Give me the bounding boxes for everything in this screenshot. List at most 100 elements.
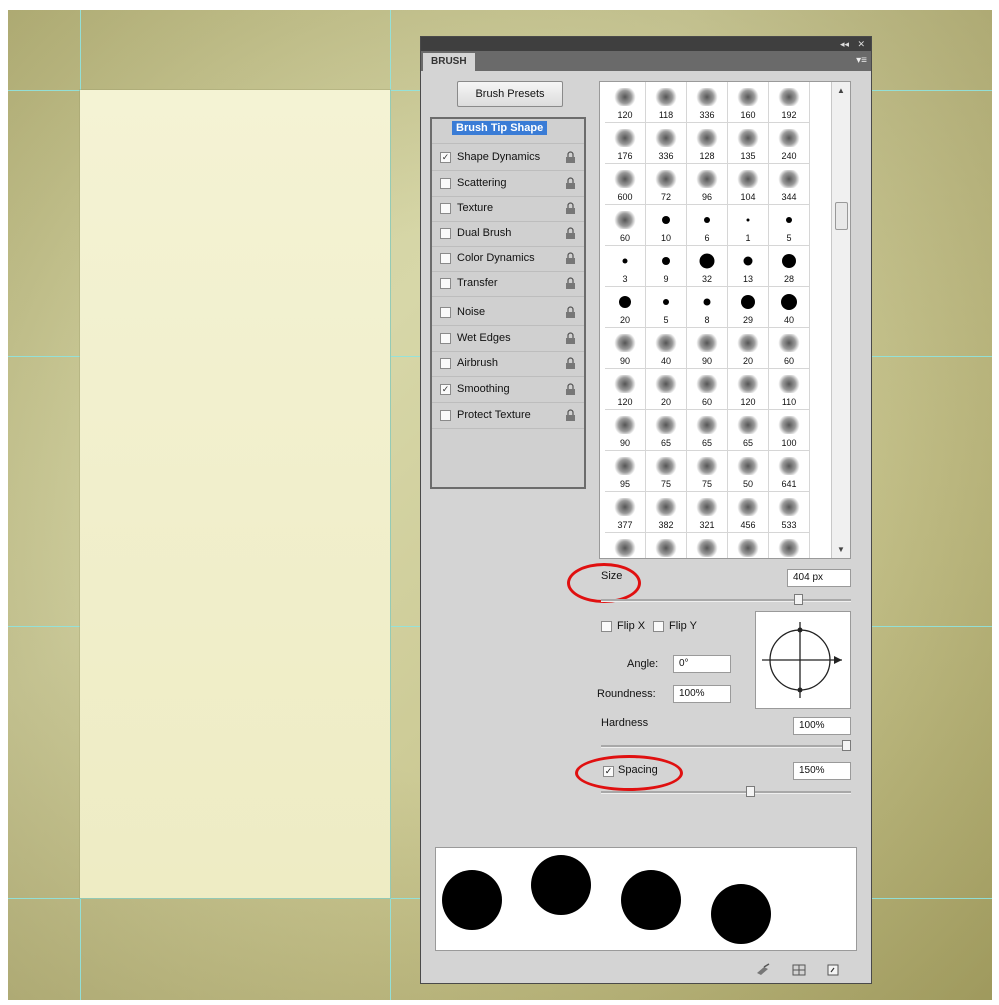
brush-preset-cell[interactable]: 75 xyxy=(646,451,687,492)
brush-option-row[interactable]: Texture xyxy=(432,197,584,222)
brush-option-row[interactable]: Airbrush xyxy=(432,352,584,377)
option-label[interactable]: Dual Brush xyxy=(457,227,511,239)
brush-preset-cell[interactable]: 90 xyxy=(605,328,646,369)
roundness-field[interactable]: 100% xyxy=(673,685,731,703)
preset-scrollbar[interactable]: ▲ ▼ xyxy=(831,82,850,558)
brush-preset-cell[interactable]: 110 xyxy=(769,369,810,410)
brush-preset-cell[interactable]: 336 xyxy=(646,123,687,164)
brush-preset-cell[interactable]: 90 xyxy=(605,410,646,451)
brush-preset-cell[interactable]: 100 xyxy=(769,410,810,451)
lock-icon[interactable] xyxy=(565,277,576,289)
brush-preset-cell[interactable]: 128 xyxy=(687,123,728,164)
scroll-up-icon[interactable]: ▲ xyxy=(837,86,845,95)
option-checkbox[interactable] xyxy=(440,278,451,289)
brush-preset-cell[interactable]: 20 xyxy=(646,369,687,410)
size-slider-handle[interactable] xyxy=(793,594,803,605)
brush-preset-cell[interactable]: 75 xyxy=(687,451,728,492)
brush-preset-cell[interactable]: 135 xyxy=(728,123,769,164)
option-checkbox[interactable] xyxy=(440,253,451,264)
option-checkbox[interactable] xyxy=(440,333,451,344)
tab-brush[interactable]: BRUSH xyxy=(423,53,475,71)
spacing-field[interactable]: 150% xyxy=(793,762,851,780)
brush-preset-cell[interactable]: 20 xyxy=(728,328,769,369)
lock-icon[interactable] xyxy=(565,227,576,239)
brush-option-row[interactable]: Protect Texture xyxy=(432,404,584,429)
lock-icon[interactable] xyxy=(565,306,576,318)
hardness-slider-track[interactable] xyxy=(601,745,851,748)
brush-preset-cell[interactable]: 6 xyxy=(687,205,728,246)
option-checkbox[interactable] xyxy=(440,410,451,421)
brush-option-row[interactable]: Transfer xyxy=(432,272,584,297)
brush-preset-cell[interactable]: 176 xyxy=(605,123,646,164)
panel-titlebar[interactable]: ◂◂ ✕ xyxy=(421,37,871,51)
brush-preset-cell[interactable]: 321 xyxy=(687,492,728,533)
brush-preset-cell[interactable]: 90 xyxy=(687,328,728,369)
option-label[interactable]: Protect Texture xyxy=(457,409,531,421)
brush-preset-grid[interactable]: 120 118 336 160 192 176 336 128 135 240 600 72 96 104… xyxy=(599,81,851,559)
brush-option-row[interactable]: Dual Brush xyxy=(432,222,584,247)
lock-icon[interactable] xyxy=(565,332,576,344)
option-label[interactable]: Smoothing xyxy=(457,383,510,395)
brush-preset-cell[interactable]: 527 xyxy=(687,533,728,558)
collapse-icon[interactable]: ◂◂ xyxy=(840,38,849,50)
flip-x-checkbox[interactable] xyxy=(601,621,612,632)
spacing-slider-track[interactable] xyxy=(601,791,851,794)
brush-preset-cell[interactable]: 8 xyxy=(687,287,728,328)
brush-preset-cell[interactable]: 95 xyxy=(605,451,646,492)
brush-preset-cell[interactable]: 533 xyxy=(646,533,687,558)
hardness-field[interactable]: 100% xyxy=(793,717,851,735)
brush-preset-cell[interactable]: 277 xyxy=(605,533,646,558)
brush-preset-cell[interactable]: 20 xyxy=(605,287,646,328)
spacing-slider-handle[interactable] xyxy=(745,786,755,797)
option-label[interactable]: Airbrush xyxy=(457,357,498,369)
brush-preset-cell[interactable]: 240 xyxy=(769,123,810,164)
brush-option-row[interactable]: ✓ Shape Dynamics xyxy=(432,146,584,171)
option-label[interactable]: Transfer xyxy=(457,277,498,289)
brush-preset-cell[interactable]: 120 xyxy=(605,82,646,123)
option-label[interactable]: Color Dynamics xyxy=(457,252,535,264)
lock-icon[interactable] xyxy=(565,252,576,264)
brush-preset-cell[interactable]: 72 xyxy=(646,164,687,205)
brush-preset-cell[interactable]: 118 xyxy=(646,82,687,123)
brush-preset-cell[interactable]: 65 xyxy=(687,410,728,451)
brush-option-row[interactable]: Color Dynamics xyxy=(432,247,584,272)
brush-preset-cell[interactable]: 5 xyxy=(769,205,810,246)
brush-preset-cell[interactable]: 65 xyxy=(728,410,769,451)
brush-preset-cell[interactable]: 60 xyxy=(687,369,728,410)
brush-option-row[interactable]: ✓ Smoothing xyxy=(432,378,584,403)
hardness-slider-handle[interactable] xyxy=(842,740,851,751)
panel-menu-icon[interactable]: ▾≡ xyxy=(856,55,867,66)
brush-preset-cell[interactable]: 336 xyxy=(687,82,728,123)
brush-preset-cell[interactable]: 40 xyxy=(769,287,810,328)
brush-grid-icon[interactable] xyxy=(791,963,807,977)
brush-option-row[interactable]: Brush Tip Shape xyxy=(432,119,584,144)
brush-preset-cell[interactable]: 28 xyxy=(769,246,810,287)
option-label[interactable]: Brush Tip Shape xyxy=(452,121,548,135)
option-checkbox[interactable] xyxy=(440,228,451,239)
brush-preset-cell[interactable]: 60 xyxy=(605,205,646,246)
option-checkbox[interactable]: ✓ xyxy=(440,384,451,395)
brush-preset-cell[interactable]: 40 xyxy=(646,328,687,369)
close-icon[interactable]: ✕ xyxy=(857,38,865,50)
flip-y-checkbox[interactable] xyxy=(653,621,664,632)
lock-icon[interactable] xyxy=(565,383,576,395)
brush-preset-cell[interactable]: 377 xyxy=(605,492,646,533)
toggle-live-tip-preview-icon[interactable] xyxy=(755,963,771,977)
brush-option-row[interactable]: Noise xyxy=(432,301,584,326)
brush-option-row[interactable]: Wet Edges xyxy=(432,327,584,352)
brush-preset-cell[interactable]: 641 xyxy=(769,451,810,492)
brush-preset-cell[interactable]: 382 xyxy=(646,492,687,533)
brush-option-row[interactable]: Scattering xyxy=(432,172,584,197)
option-checkbox[interactable] xyxy=(440,358,451,369)
create-new-brush-icon[interactable] xyxy=(825,963,841,977)
brush-preset-cell[interactable]: 600 xyxy=(605,164,646,205)
option-label[interactable]: Scattering xyxy=(457,177,507,189)
brush-preset-cell[interactable]: 192 xyxy=(769,82,810,123)
brush-preset-cell[interactable]: 65 xyxy=(646,410,687,451)
brush-preset-cell[interactable]: 5 xyxy=(646,287,687,328)
brush-preset-cell[interactable]: 714 xyxy=(728,533,769,558)
brush-preset-cell[interactable]: 533 xyxy=(769,492,810,533)
lock-icon[interactable] xyxy=(565,409,576,421)
lock-icon[interactable] xyxy=(565,357,576,369)
size-field[interactable]: 404 px xyxy=(787,569,851,587)
